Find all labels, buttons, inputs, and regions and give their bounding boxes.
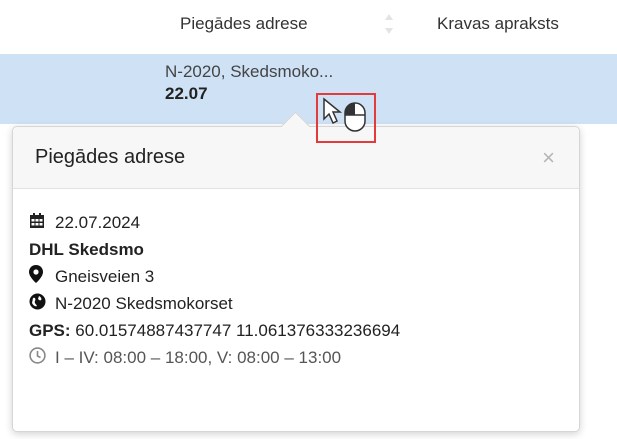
gps-line: GPS: 60.01574887437747 11.06137633323669… [29, 317, 569, 344]
clock-icon [29, 345, 47, 372]
address-popover: Piegādes adrese × 22.07.2024 DHL Skedsmo [12, 111, 580, 432]
table-header: Piegādes adrese Kravas apraksts [0, 0, 617, 50]
map-marker-icon [29, 264, 47, 291]
postal-line: N-2020 Skedsmokorset [29, 290, 569, 317]
globe-icon [29, 291, 47, 318]
gps-label: GPS: [29, 321, 71, 340]
table-row[interactable]: N-2020, Skedsmoko... 22.07 [0, 54, 617, 124]
popover-postal: N-2020 Skedsmokorset [55, 294, 233, 313]
company-line: DHL Skedsmo [29, 240, 144, 259]
popover-date: 22.07.2024 [55, 213, 141, 232]
date-line: 22.07.2024 [29, 209, 569, 236]
calendar-icon [29, 210, 47, 237]
mouse-cursor-icon [323, 97, 366, 132]
sort-icon[interactable] [384, 11, 394, 37]
popover-header: Piegādes adrese × [13, 127, 579, 189]
street-line: Gneisveien 3 [29, 263, 569, 290]
close-icon[interactable]: × [542, 145, 555, 171]
row-date: 22.07 [165, 84, 208, 103]
popover-street: Gneisveien 3 [55, 267, 155, 286]
popover-body: 22.07.2024 DHL Skedsmo Gneisveien 3 N-20… [29, 209, 569, 371]
hours-line: I – IV: 08:00 – 18:00, V: 08:00 – 13:00 [29, 344, 569, 371]
column-header-delivery-address[interactable]: Piegādes adrese [180, 14, 308, 34]
column-header-cargo-description[interactable]: Kravas apraksts [437, 14, 559, 34]
popover-hours: I – IV: 08:00 – 18:00, V: 08:00 – 13:00 [55, 348, 342, 367]
popover-title: Piegādes adrese [35, 146, 186, 168]
row-address[interactable]: N-2020, Skedsmoko... [165, 62, 333, 82]
gps-value: 60.01574887437747 11.061376333236694 [75, 321, 401, 340]
